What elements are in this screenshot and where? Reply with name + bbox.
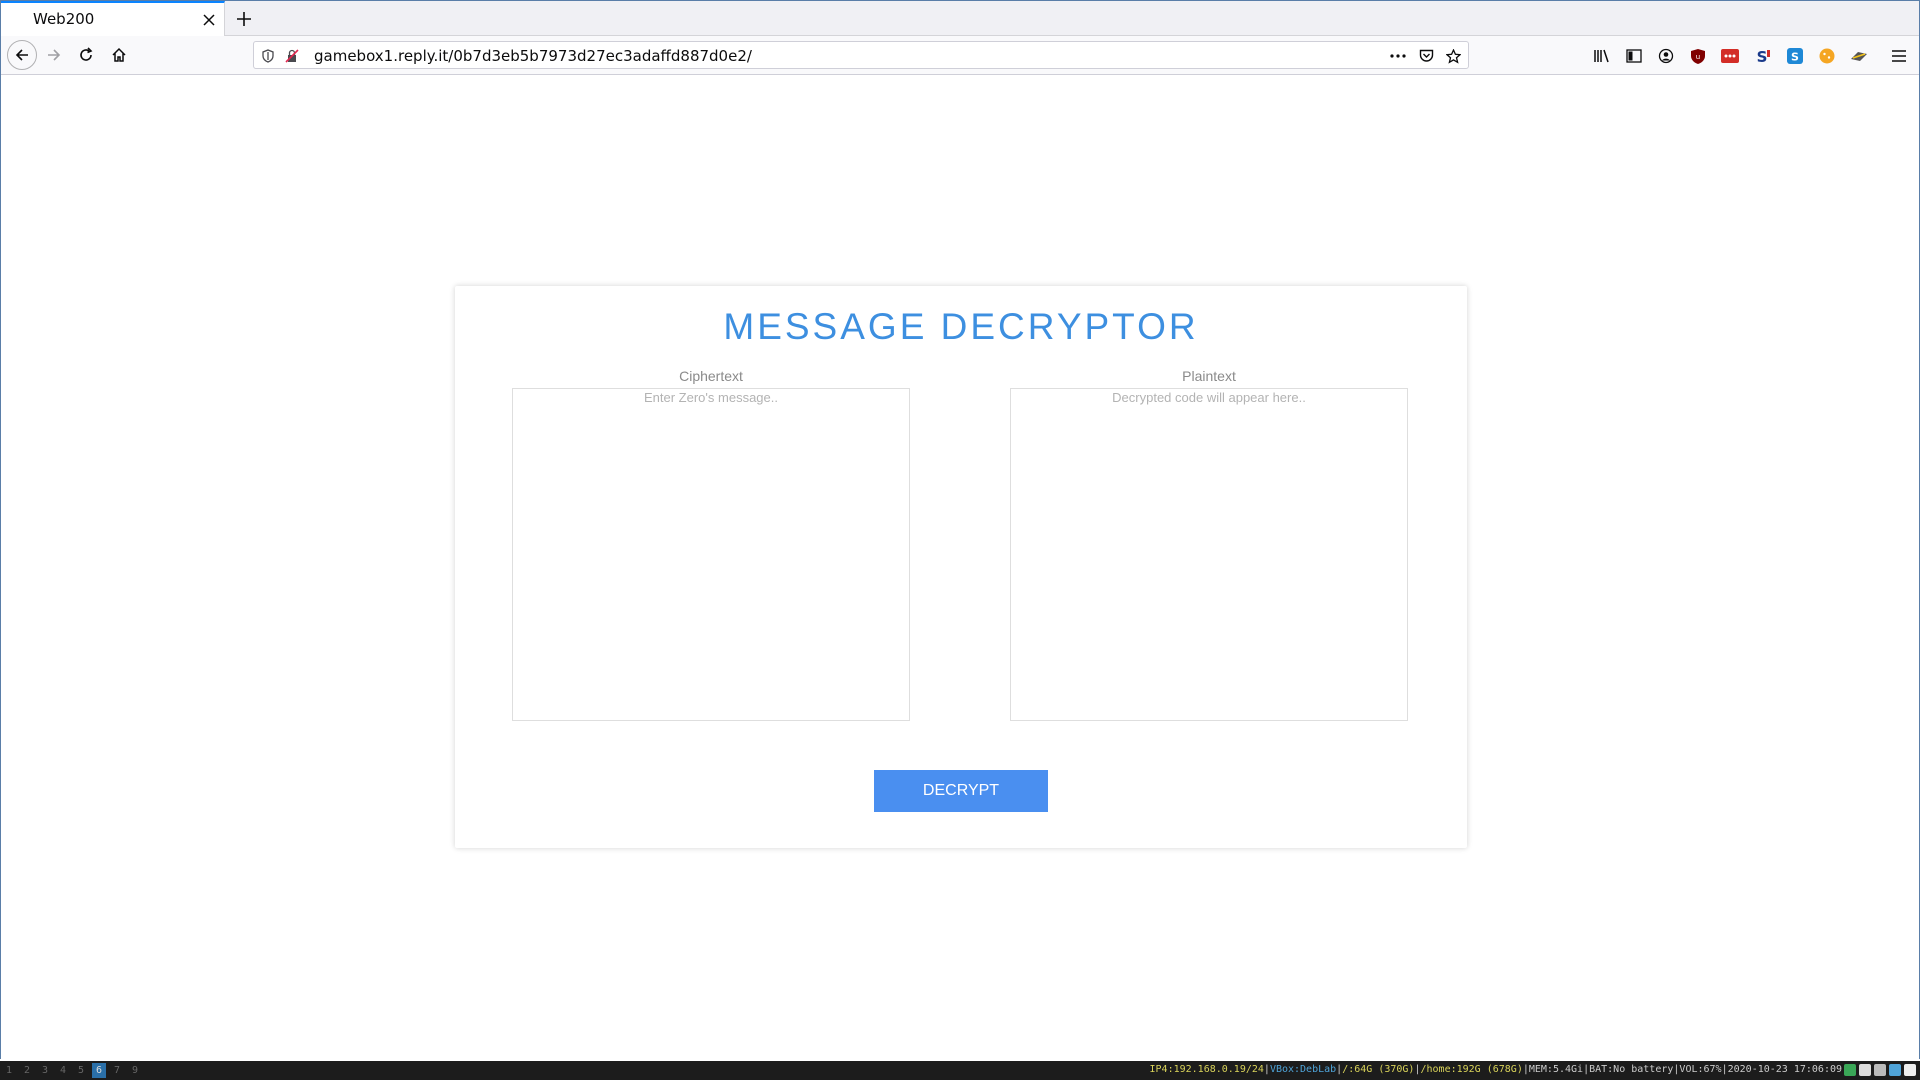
tab-strip: Web200 [1, 1, 1919, 36]
status-info: IP4:192.168.0.19/24|VBox:DebLab|/:64G (3… [1150, 1064, 1842, 1075]
battery-status: BAT:No battery [1589, 1064, 1674, 1075]
navigation-toolbar: gamebox1.reply.it/0b7d3eb5b7973d27ec3ada… [1, 36, 1919, 75]
home-button[interactable] [104, 40, 134, 70]
password-manager-extension-icon[interactable] [1719, 45, 1741, 67]
system-status-bar: 1 2 3 4 5 6 7 9 IP4:192.168.0.19/24|VBox… [0, 1061, 1920, 1080]
decryptor-card: MESSAGE DECRYPTOR Ciphertext Plaintext D… [455, 286, 1467, 848]
ublock-origin-icon[interactable]: u [1687, 45, 1709, 67]
svg-text:u: u [1696, 53, 1700, 61]
url-text[interactable]: gamebox1.reply.it/0b7d3eb5b7973d27ec3ada… [314, 47, 752, 65]
bookmark-star-icon[interactable] [1444, 47, 1462, 65]
workspace-1[interactable]: 1 [2, 1063, 16, 1078]
reload-button[interactable] [71, 40, 101, 70]
svg-text:S: S [1791, 51, 1799, 64]
workspace-6[interactable]: 6 [92, 1063, 106, 1078]
workspace-9[interactable]: 9 [128, 1063, 142, 1078]
workspace-3[interactable]: 3 [38, 1063, 52, 1078]
root-disk-status: /:64G (370G) [1342, 1064, 1415, 1075]
page-actions-icon[interactable] [1389, 47, 1407, 65]
library-icon[interactable] [1591, 45, 1613, 67]
mem-status: MEM:5.4Gi [1528, 1064, 1584, 1075]
system-tray [1844, 1064, 1916, 1076]
workspace-2[interactable]: 2 [20, 1063, 34, 1078]
menu-icon[interactable] [1888, 45, 1910, 67]
pocket-icon[interactable] [1417, 47, 1435, 65]
tab-web200[interactable]: Web200 [1, 1, 225, 36]
volume-status: VOL:67% [1679, 1064, 1722, 1075]
plaintext-label: Plaintext [1182, 368, 1236, 384]
shield-icon[interactable] [259, 47, 277, 65]
workspace-5[interactable]: 5 [74, 1063, 88, 1078]
decrypt-button[interactable]: DECRYPT [874, 770, 1048, 812]
sidebar-icon[interactable] [1623, 45, 1645, 67]
page-title: MESSAGE DECRYPTOR [723, 306, 1199, 347]
ciphertext-input[interactable] [512, 388, 910, 721]
forward-button[interactable] [39, 40, 69, 70]
ip-status: IP4:192.168.0.19/24 [1149, 1064, 1264, 1075]
new-tab-button[interactable] [234, 9, 254, 29]
discord-tray-icon[interactable] [1859, 1064, 1871, 1076]
back-button[interactable] [7, 40, 37, 70]
skype-extension-icon[interactable]: S [1784, 45, 1806, 67]
dropbox-tray-icon[interactable] [1874, 1064, 1886, 1076]
ciphertext-label: Ciphertext [679, 368, 743, 384]
display-tray-icon[interactable] [1889, 1064, 1901, 1076]
close-icon[interactable] [201, 12, 217, 28]
svg-text:S: S [1757, 48, 1768, 64]
url-bar[interactable]: gamebox1.reply.it/0b7d3eb5b7973d27ec3ada… [253, 41, 1469, 69]
hacker-extension-icon[interactable] [1848, 45, 1870, 67]
volume-tray-icon[interactable] [1904, 1064, 1916, 1076]
workspace-4[interactable]: 4 [56, 1063, 70, 1078]
insecure-lock-icon[interactable] [283, 47, 301, 65]
account-icon[interactable] [1655, 45, 1677, 67]
cookie-extension-icon[interactable] [1816, 45, 1838, 67]
home-disk-status: /home:192G (678G) [1420, 1064, 1523, 1075]
page-content: MESSAGE DECRYPTOR Ciphertext Plaintext D… [1, 75, 1919, 1058]
s-extension-icon[interactable]: S [1752, 45, 1774, 67]
datetime-status: 2020-10-23 17:06:09 [1727, 1064, 1842, 1075]
tab-title: Web200 [33, 10, 95, 28]
workspace-7[interactable]: 7 [110, 1063, 124, 1078]
vbox-status: VBox:DebLab [1269, 1064, 1337, 1075]
network-tray-icon[interactable] [1844, 1064, 1856, 1076]
plaintext-output[interactable] [1010, 388, 1408, 721]
